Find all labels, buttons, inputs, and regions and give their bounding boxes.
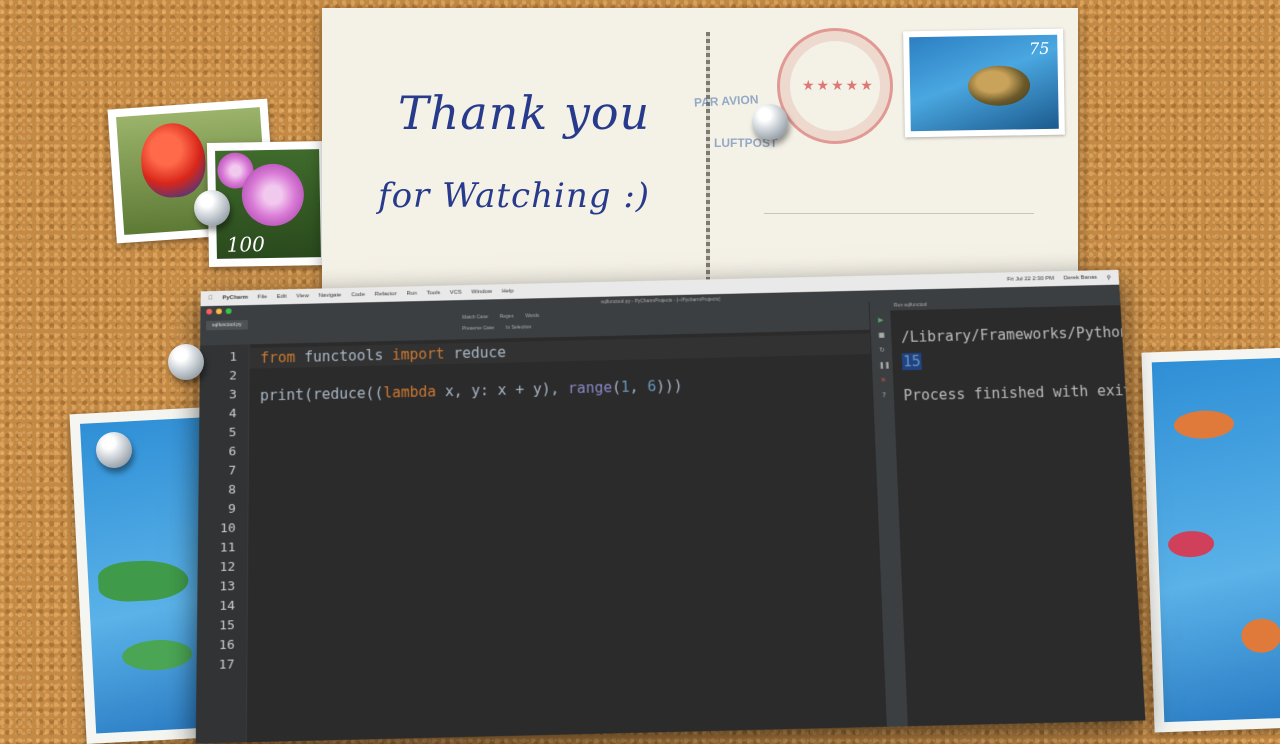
line-number: 11: [219, 540, 236, 556]
interpreter-path: /Library/Frameworks/Python: [900, 323, 1130, 346]
search-icon[interactable]: ⚲: [1107, 274, 1112, 281]
menu-vcs[interactable]: VCS: [450, 290, 462, 296]
menu-navigate[interactable]: Navigate: [319, 293, 342, 299]
line-number: 16: [218, 637, 235, 653]
window-title: sqlfunctool.py - PyCharmProjects - [~/Py…: [600, 296, 721, 306]
menu-edit[interactable]: Edit: [277, 294, 287, 300]
push-pin-icon: [194, 190, 230, 226]
menu-tools[interactable]: Tools: [427, 290, 441, 296]
address-line: [764, 213, 1034, 214]
close-panel-icon[interactable]: ✕: [879, 376, 887, 384]
close-button[interactable]: [206, 308, 213, 315]
regex-option[interactable]: Regex: [500, 314, 514, 320]
program-output-result: 15: [901, 352, 922, 371]
world-map-right: [1141, 347, 1280, 733]
menu-view[interactable]: View: [296, 293, 309, 299]
line-number: 3: [228, 387, 237, 403]
code-editor[interactable]: 1 2 3 4 5 6 7 8 9 10 11 12 13 14 15 16 1…: [195, 329, 886, 744]
menu-file[interactable]: File: [258, 294, 267, 300]
stop-icon[interactable]: ■: [878, 331, 886, 339]
code-comma: ,: [629, 378, 648, 396]
match-case-option[interactable]: Match Case: [462, 314, 488, 320]
line-number: 17: [218, 657, 235, 673]
postcard-line-for-watching: for Watching :): [378, 176, 651, 216]
push-pin-icon: [168, 344, 204, 380]
turtle-stamp-value: 75: [1028, 38, 1050, 59]
menu-app-name[interactable]: PyCharm: [222, 295, 248, 301]
preserve-case-option[interactable]: Preserve Case: [462, 325, 494, 331]
line-number: 12: [219, 559, 236, 575]
postcard-line-thank-you: Thank you: [398, 86, 651, 140]
line-number: 14: [219, 598, 235, 614]
line-number: 4: [228, 406, 237, 422]
line-number: 2: [229, 369, 237, 384]
line-number: 13: [219, 579, 236, 595]
words-option[interactable]: Words: [525, 313, 539, 319]
replace-options: Preserve Case In Selection: [462, 325, 531, 332]
code-lambda-body: x, y: x + y),: [436, 380, 569, 401]
keyword-import: import: [391, 345, 445, 364]
menu-help[interactable]: Help: [502, 289, 514, 295]
tab-sqlfunctool[interactable]: sqlfunctool.py: [206, 320, 248, 331]
zoom-button[interactable]: [225, 308, 232, 315]
line-number: 8: [228, 482, 236, 498]
menu-code[interactable]: Code: [351, 292, 365, 298]
keyword-from: from: [260, 348, 296, 367]
line-number-gutter: 1 2 3 4 5 6 7 8 9 10 11 12 13 14 15 16 1…: [195, 344, 250, 744]
menubar-user[interactable]: Derek Banas: [1063, 275, 1097, 281]
postcard-divider: [706, 32, 710, 284]
in-selection-option[interactable]: In Selection: [506, 325, 531, 331]
flower-stamp-value: 100: [226, 232, 266, 257]
code-closing-parens: ))): [655, 377, 683, 395]
line-number: 15: [219, 618, 235, 634]
keyword-lambda: lambda: [383, 383, 437, 402]
pycharm-window:  PyCharm File Edit View Navigate Code R…: [195, 269, 1146, 744]
find-options: Match Case Regex Words: [462, 313, 539, 320]
run-output-panel: Run sqlfunctool /Library/Frameworks/Pyth…: [889, 295, 1146, 727]
rerun-icon[interactable]: ↻: [878, 346, 886, 354]
code-line-3[interactable]: print(reduce((lambda x, y: x + y), range…: [260, 375, 683, 406]
builtin-range: range: [567, 378, 613, 398]
minimize-button[interactable]: [215, 308, 222, 315]
menubar-clock[interactable]: Fri Jul 22 2:30 PM: [1007, 276, 1054, 283]
code-line-1[interactable]: from functools import reduce: [260, 342, 506, 368]
line-number: 6: [228, 444, 237, 460]
process-finished-message: Process finished with exit: [903, 381, 1133, 405]
menu-refactor[interactable]: Refactor: [375, 291, 397, 297]
line-number: 9: [227, 502, 236, 517]
menu-window[interactable]: Window: [471, 289, 492, 295]
line-number: 5: [228, 425, 237, 441]
postmark-stars: ★★★★★: [802, 78, 875, 94]
push-pin-icon: [96, 432, 132, 468]
line-number: 10: [220, 521, 236, 537]
imported-name: reduce: [444, 343, 507, 363]
module-name: functools: [295, 346, 393, 366]
help-icon[interactable]: ?: [880, 391, 888, 399]
airmail-label: PAR AVION: [693, 92, 759, 110]
line-number: 7: [228, 463, 237, 479]
line-number: 1: [229, 350, 238, 365]
sea-turtle-stamp: 75: [903, 28, 1065, 138]
run-icon[interactable]: ▶: [877, 316, 885, 324]
menu-run[interactable]: Run: [406, 291, 417, 297]
code-print-reduce: print(reduce((: [259, 384, 384, 405]
apple-icon[interactable]: : [208, 296, 212, 302]
thank-you-postcard: Thank you for Watching :) ★★★★★ PAR AVIO…: [322, 8, 1078, 308]
push-pin-icon: [752, 104, 788, 140]
pause-icon[interactable]: ❚❚: [879, 361, 891, 369]
turtle-icon: [967, 65, 1031, 107]
